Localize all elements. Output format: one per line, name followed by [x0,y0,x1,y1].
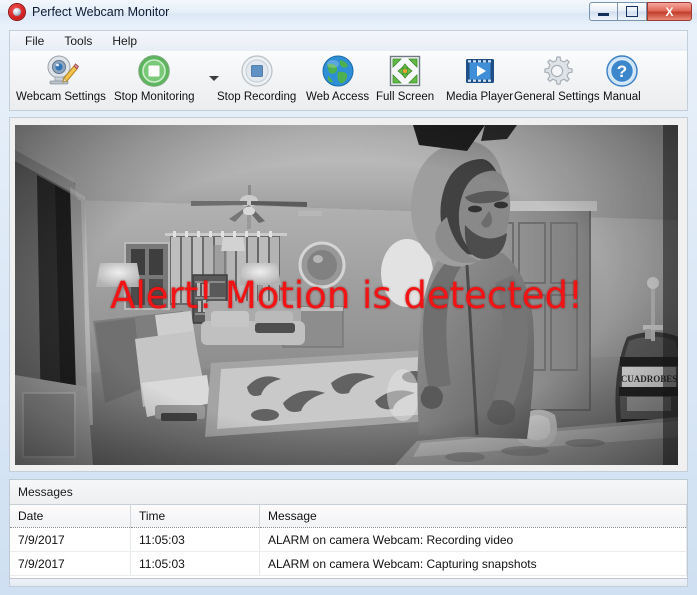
application-window: Perfect Webcam Monitor X File Tools Help [0,0,697,595]
toolbar-button-stop-recording[interactable]: Stop Recording [217,54,296,103]
window-controls: X [589,2,692,21]
cell-date: 7/9/2017 [10,527,131,552]
toolbar-label-media-player: Media Player [446,91,514,103]
column-header-date[interactable]: Date [10,505,131,528]
title-bar: Perfect Webcam Monitor X [0,0,697,26]
help-question-icon: ? [605,54,639,88]
maximize-icon [626,6,638,17]
column-header-time[interactable]: Time [130,505,260,528]
table-row[interactable]: 7/9/2017 11:05:03 ALARM on camera Webcam… [10,527,687,552]
toolbar-button-stop-monitoring[interactable]: Stop Monitoring [114,54,195,103]
video-panel: CUADROBES [9,117,688,472]
toolbar-button-general-settings[interactable]: General Settings [514,54,600,103]
messages-panel-title: Messages [10,480,687,505]
close-icon: X [665,4,674,19]
messages-table: Date Time Message 7/9/2017 11:05:03 ALAR… [10,505,687,576]
toolbar: Webcam Settings Stop Monitoring Stop Rec… [9,51,688,111]
menu-item-tools[interactable]: Tools [55,32,101,50]
minimize-icon [598,13,609,16]
toolbar-button-full-screen[interactable]: Full Screen [376,54,434,103]
media-player-icon [463,54,497,88]
table-row[interactable]: 7/9/2017 11:05:03 ALARM on camera Webcam… [10,551,687,576]
menu-item-help[interactable]: Help [103,32,146,50]
toolbar-label-full-screen: Full Screen [376,91,435,103]
globe-icon [321,54,355,88]
svg-text:?: ? [617,62,627,81]
column-header-message[interactable]: Message [259,505,687,528]
stop-recording-icon [240,54,274,88]
messages-table-header-row: Date Time Message [10,505,687,528]
gear-icon [540,54,574,88]
cell-message: ALARM on camera Webcam: Recording video [259,527,687,552]
minimize-button[interactable] [589,2,618,21]
toolbar-label-manual: Manual [603,91,641,103]
toolbar-button-manual[interactable]: ? Manual [603,54,641,103]
toolbar-button-media-player[interactable]: Media Player [446,54,513,103]
stop-monitoring-icon [137,54,171,88]
motion-alert-text: Alert! Motion is detected! [110,273,583,317]
cell-message: ALARM on camera Webcam: Capturing snapsh… [259,551,687,576]
cell-time: 11:05:03 [130,527,260,552]
webcam-settings-icon [43,54,79,88]
toolbar-button-webcam-settings[interactable]: Webcam Settings [16,54,106,103]
toolbar-button-web-access[interactable]: Web Access [306,54,369,103]
toolbar-label-stop-recording: Stop Recording [217,91,297,103]
toolbar-label-stop-monitoring: Stop Monitoring [114,91,195,103]
cell-time: 11:05:03 [130,551,260,576]
webcam-video-feed[interactable]: CUADROBES [15,125,678,465]
status-strip [9,579,688,587]
menu-item-file[interactable]: File [16,32,53,50]
toolbar-label-web-access: Web Access [306,91,370,103]
close-button[interactable]: X [647,2,692,21]
messages-panel: Messages Date Time Message 7/9/2017 11:0… [9,479,688,579]
toolbar-label-webcam-settings: Webcam Settings [16,91,106,103]
toolbar-label-general-settings: General Settings [514,91,600,103]
app-webcam-icon [9,4,25,20]
title-bar-left: Perfect Webcam Monitor [9,4,169,20]
window-title: Perfect Webcam Monitor [32,5,170,19]
menu-bar: File Tools Help [9,30,688,51]
cell-date: 7/9/2017 [10,551,131,576]
maximize-button[interactable] [618,2,647,21]
full-screen-icon [388,54,422,88]
